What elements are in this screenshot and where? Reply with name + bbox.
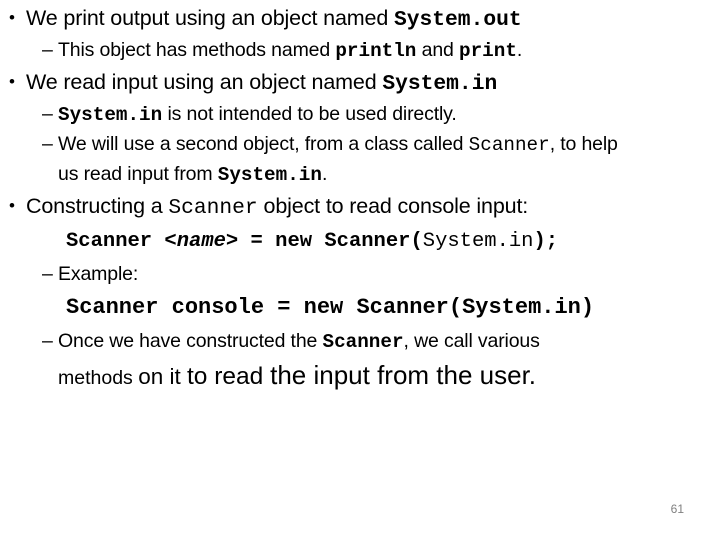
inline-code-system-in: System.in	[58, 104, 163, 126]
inline-code-system-out: System.out	[394, 8, 522, 32]
subbullet-text-lead: We will use a second object, from a clas…	[58, 133, 469, 155]
inline-code-scanner: Scanner	[468, 134, 550, 156]
subbullet-wrap-tail: .	[321, 163, 328, 185]
bullet-item-read-input: • We read input using an object named Sy…	[0, 66, 720, 100]
subbullet-text-lead: Once we have constructed the	[58, 330, 323, 352]
bullet-text-lead: We print output using an object named	[26, 6, 394, 30]
code-token-assign-new: = new Scanner(	[238, 230, 423, 253]
subbullet-text: Example:	[58, 263, 139, 285]
code-text: Scanner console = new Scanner(System.in)	[66, 295, 595, 320]
subbullet-wrap-lead: us read input from	[58, 163, 218, 185]
subbullet-wrap-line: us read input from System.in.	[58, 160, 720, 190]
autofit-word-1: methods	[58, 367, 139, 389]
subbullet-item-methods: – This object has methods named println …	[0, 36, 720, 66]
subbullet-text-tail: is not intended to be used directly.	[162, 103, 457, 125]
inline-code-scanner: Scanner	[168, 196, 258, 220]
code-token-system-in: System.in	[422, 230, 534, 253]
bullet-text-lead: Constructing a	[26, 194, 169, 218]
dash-marker-icon: –	[42, 39, 53, 61]
subbullet-item-once-constructed: – Once we have constructed the Scanner, …	[0, 327, 720, 357]
autofit-word-2: on it	[138, 364, 187, 389]
code-token-placeholder-name: <name>	[164, 230, 239, 253]
slide-canvas: • We print output using an object named …	[0, 0, 720, 540]
dash-marker-icon: –	[42, 133, 53, 155]
subbullet-text-tail: , we call various	[403, 330, 540, 352]
subbullet-text-tail: .	[516, 39, 523, 61]
dash-marker-icon: –	[42, 103, 53, 125]
autofit-word-3: to read	[187, 363, 271, 390]
dash-marker-icon: –	[42, 330, 53, 352]
bullet-marker-icon: •	[9, 8, 15, 27]
bullet-text-tail: object to read console input:	[257, 194, 529, 218]
inline-code-println: println	[335, 40, 417, 62]
bullet-text-lead: We read input using an object named	[26, 70, 383, 94]
slide-body-text: • We print output using an object named …	[0, 2, 720, 398]
code-token-type: Scanner	[66, 230, 165, 253]
subbullet-item-second-object: – We will use a second object, from a cl…	[0, 130, 720, 190]
bullet-item-print-output: • We print output using an object named …	[0, 2, 720, 36]
code-line-scanner-declaration: Scanner <name> = new Scanner(System.in);	[0, 224, 720, 260]
subbullet-item-not-direct: – System.in is not intended to be used d…	[0, 100, 720, 130]
page-number: 61	[670, 502, 684, 516]
subbullet-item-example: – Example:	[0, 260, 720, 289]
inline-code-scanner: Scanner	[322, 331, 404, 353]
subbullet-wrap-line-autofit: methods on it to read the input from the…	[0, 357, 720, 398]
autofit-word-4: the input from the user.	[270, 360, 537, 390]
inline-code-system-in: System.in	[382, 72, 498, 96]
code-line-scanner-example: Scanner console = new Scanner(System.in)	[0, 289, 720, 327]
bullet-marker-icon: •	[9, 72, 15, 91]
subbullet-text-mid: , to help	[549, 133, 618, 155]
bullet-item-constructing: • Constructing a Scanner object to read …	[0, 190, 720, 224]
bullet-marker-icon: •	[9, 196, 15, 215]
subbullet-text-lead: This object has methods named	[58, 39, 336, 61]
inline-code-print: print	[459, 40, 517, 62]
code-token-close: );	[533, 230, 559, 253]
dash-marker-icon: –	[42, 263, 53, 285]
inline-code-system-in: System.in	[217, 164, 322, 186]
subbullet-text-mid: and	[416, 39, 460, 61]
